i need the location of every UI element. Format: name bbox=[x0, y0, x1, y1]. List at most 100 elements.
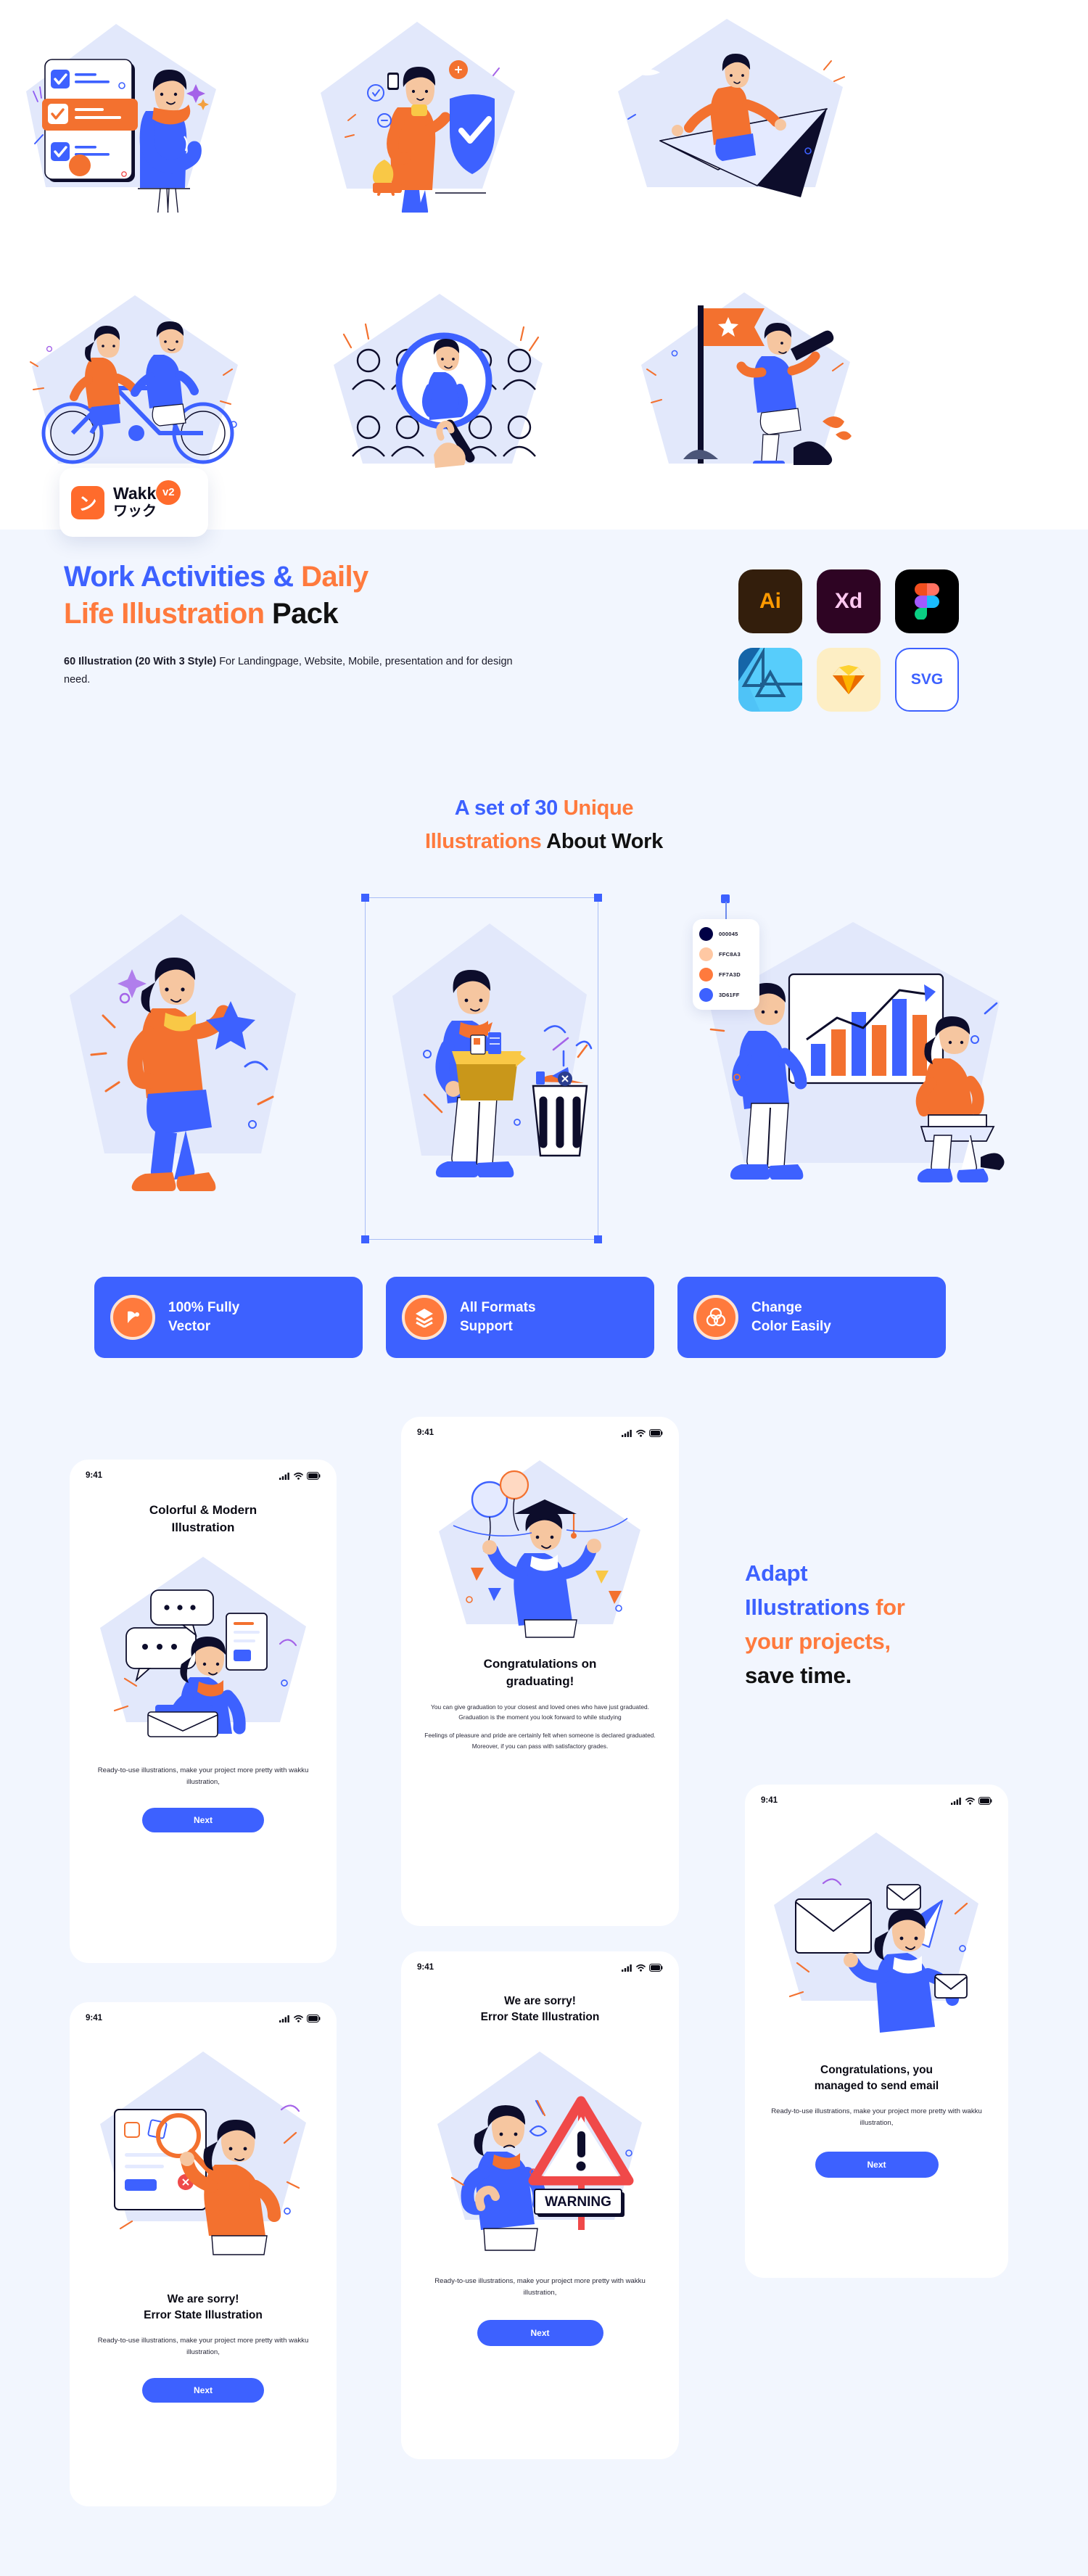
wakku-brand-text: Wakku v2 ワック bbox=[113, 480, 181, 519]
sketch-icon[interactable] bbox=[817, 648, 881, 712]
phone-title-line-1: Congratulations on bbox=[483, 1657, 597, 1671]
feature-line-1: Change bbox=[751, 1299, 802, 1315]
phone-illustration-warning: WARNING bbox=[437, 2052, 642, 2251]
wifi-icon bbox=[294, 1472, 303, 1480]
format-badges: Ai Xd SVG bbox=[738, 569, 959, 712]
phone-body-paragraph-1: You can give graduation to your closest … bbox=[431, 1703, 649, 1721]
affinity-designer-icon[interactable] bbox=[738, 648, 802, 712]
wifi-icon bbox=[636, 1964, 646, 1972]
figma-icon[interactable] bbox=[895, 569, 959, 633]
color-swatch-panel: 000045 FFC8A3 FF7A3D 3D61FF bbox=[693, 919, 759, 1010]
phone-illustration-chat bbox=[100, 1557, 306, 1738]
svg-icon[interactable]: SVG bbox=[895, 648, 959, 712]
phone-title: We are sorry! Error State Illustration bbox=[70, 2292, 337, 2324]
selection-handle-top-left[interactable] bbox=[361, 894, 369, 902]
swatch-code-navy: 000045 bbox=[719, 931, 738, 937]
page-title: Work Activities & Daily Life Illustratio… bbox=[64, 559, 644, 633]
feature-label-color: Change Color Easily bbox=[751, 1299, 831, 1336]
format-label-svg: SVG bbox=[910, 671, 944, 688]
illustration-card-security[interactable] bbox=[276, 6, 566, 213]
feature-line-2: Vector bbox=[168, 1319, 211, 1334]
status-icons bbox=[279, 2014, 321, 2022]
feature-cards: 100% Fully Vector All Formats Support Ch… bbox=[94, 1277, 946, 1358]
phone-title-line-1: We are sorry! bbox=[167, 2293, 239, 2305]
phone-title: Colorful & Modern Illustration bbox=[70, 1502, 337, 1536]
title-part-2: Daily bbox=[293, 561, 368, 593]
status-icons bbox=[951, 1796, 992, 1805]
hero-copy: Work Activities & Daily Life Illustratio… bbox=[64, 559, 644, 689]
hero-subtitle: 60 Illustration (20 With 3 Style) For La… bbox=[64, 653, 528, 689]
swatch-code-orange: FF7A3D bbox=[719, 971, 741, 978]
feature-line-1: All Formats bbox=[460, 1299, 536, 1315]
title-part-1: Work Activities & bbox=[64, 561, 294, 593]
illustration-card-tandem-bike[interactable] bbox=[6, 279, 274, 488]
status-time: 9:41 bbox=[86, 1471, 103, 1480]
phone-body-paragraph-2: Feelings of pleasure and pride are certa… bbox=[424, 1732, 656, 1750]
signal-icon bbox=[622, 1964, 632, 1972]
next-button[interactable]: Next bbox=[815, 2152, 939, 2178]
feature-line-2: Support bbox=[460, 1319, 513, 1334]
status-bar: 9:41 bbox=[745, 1785, 1008, 1805]
status-time: 9:41 bbox=[86, 2014, 103, 2022]
adapt-part-4: your projects, bbox=[745, 1629, 891, 1655]
color-circles-icon bbox=[693, 1295, 738, 1340]
swatch-item[interactable]: FFC8A3 bbox=[699, 947, 753, 961]
status-bar: 9:41 bbox=[401, 1951, 679, 1972]
illustration-card-user-search[interactable] bbox=[299, 279, 589, 488]
showcase-illustration-celebrate[interactable] bbox=[44, 900, 326, 1208]
next-button[interactable]: Next bbox=[477, 2320, 603, 2347]
section-part-1: A set of 30 bbox=[454, 797, 564, 820]
status-bar: 9:41 bbox=[70, 1460, 337, 1480]
feature-line-1: 100% Fully bbox=[168, 1299, 240, 1315]
feature-card-vector[interactable]: 100% Fully Vector bbox=[94, 1277, 363, 1358]
status-icons bbox=[622, 1963, 663, 1972]
format-label-xd: Xd bbox=[834, 589, 863, 613]
feature-card-formats[interactable]: All Formats Support bbox=[386, 1277, 654, 1358]
status-bar: 9:41 bbox=[70, 2002, 337, 2022]
status-time: 9:41 bbox=[417, 1963, 434, 1972]
gallery-row-2 bbox=[0, 279, 882, 488]
title-part-4: Pack bbox=[264, 598, 339, 630]
section-part-4: About Work bbox=[541, 829, 663, 853]
poster-page: ン Wakku v2 ワック Work Activities & Daily L… bbox=[0, 0, 1088, 2576]
phone-card-error-mid[interactable]: 9:41 We are sorry! Error State Illustrat… bbox=[401, 1951, 679, 2459]
battery-icon bbox=[307, 2014, 321, 2022]
phone-card-colorful[interactable]: 9:41 Colorful & Modern Illustration Read… bbox=[70, 1460, 337, 1963]
next-button[interactable]: Next bbox=[142, 1808, 264, 1833]
next-button[interactable]: Next bbox=[142, 2378, 264, 2403]
selection-handle-top-right[interactable] bbox=[594, 894, 602, 902]
wakku-brand-badge[interactable]: ン Wakku v2 ワック bbox=[59, 468, 208, 537]
phone-card-graduation[interactable]: 9:41 Congratulations on graduating! You … bbox=[401, 1417, 679, 1926]
phone-title: Congratulations on graduating! bbox=[401, 1655, 679, 1690]
feature-card-color[interactable]: Change Color Easily bbox=[677, 1277, 946, 1358]
selection-frame[interactable] bbox=[361, 894, 602, 1243]
signal-icon bbox=[279, 2015, 289, 2022]
section-heading: A set of 30 Unique Illustrations About W… bbox=[0, 792, 1088, 859]
swatch-connector-stem bbox=[725, 902, 727, 921]
phone-title-line-1: Congratulations, you bbox=[820, 2064, 933, 2076]
status-icons bbox=[622, 1428, 663, 1437]
illustration-card-flag-telescope[interactable] bbox=[614, 279, 882, 488]
gallery-row-1 bbox=[0, 6, 881, 213]
swatch-dot-peach bbox=[699, 947, 713, 961]
selection-handle-bottom-left[interactable] bbox=[361, 1235, 369, 1243]
phone-body: Ready-to-use illustrations, make your pr… bbox=[771, 2107, 982, 2127]
phone-card-email[interactable]: 9:41 Congratulations, you managed to sen… bbox=[745, 1785, 1008, 2278]
illustration-card-checklist[interactable] bbox=[6, 6, 251, 213]
phone-body: Ready-to-use illustrations, make your pr… bbox=[97, 1766, 309, 1786]
illustration-card-paper-plane[interactable] bbox=[590, 6, 881, 213]
swatch-item[interactable]: FF7A3D bbox=[699, 968, 753, 982]
hero-subtitle-bold: 60 Illustration (20 With 3 Style) bbox=[64, 656, 217, 668]
adobe-xd-icon[interactable]: Xd bbox=[817, 569, 881, 633]
phone-card-error-left[interactable]: 9:41 We are sorry! Error State Illustrat… bbox=[70, 2002, 337, 2506]
swatch-item[interactable]: 000045 bbox=[699, 927, 753, 941]
feature-label-vector: 100% Fully Vector bbox=[168, 1299, 239, 1336]
selection-handle-bottom-right[interactable] bbox=[594, 1235, 602, 1243]
phone-illustration-search-error bbox=[100, 2052, 306, 2255]
swatch-item[interactable]: 3D61FF bbox=[699, 988, 753, 1002]
phone-title: We are sorry! Error State Illustration bbox=[401, 1993, 679, 2025]
swatch-code-peach: FFC8A3 bbox=[719, 951, 741, 958]
signal-icon bbox=[279, 1472, 289, 1480]
status-time: 9:41 bbox=[417, 1428, 434, 1437]
adobe-illustrator-icon[interactable]: Ai bbox=[738, 569, 802, 633]
